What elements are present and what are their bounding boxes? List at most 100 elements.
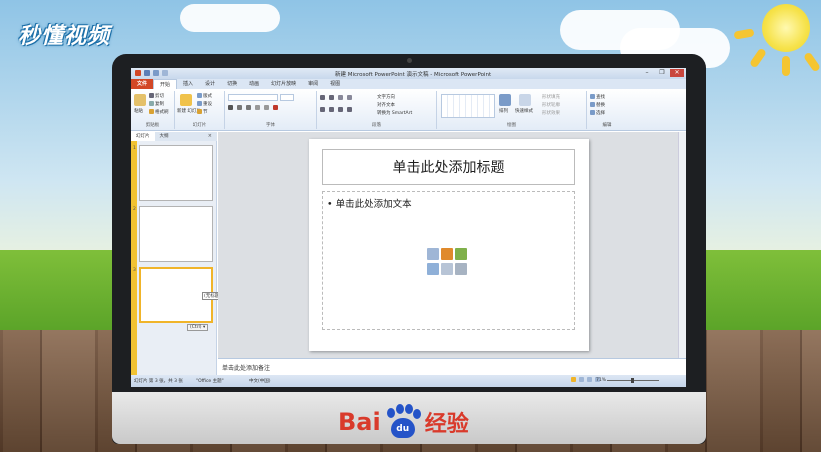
find-icon	[590, 94, 595, 99]
slide-thumbnail-2[interactable]	[139, 206, 213, 262]
tab-view[interactable]: 视图	[324, 79, 346, 89]
baidu-paw-icon: du	[383, 404, 423, 440]
arrange-icon[interactable]	[499, 94, 511, 106]
undo-icon[interactable]	[153, 70, 159, 76]
content-placeholder[interactable]: • 单击此处添加文本	[322, 191, 575, 330]
arrange-button[interactable]: 排列	[499, 108, 508, 114]
selection-accent-bar	[131, 141, 137, 376]
cut-button[interactable]: 剪切	[149, 93, 164, 99]
text-direction-button[interactable]: 文字方向	[377, 94, 395, 100]
align-center-icon[interactable]	[329, 107, 334, 112]
cloud	[180, 4, 280, 32]
insert-chart-icon[interactable]	[441, 248, 453, 260]
align-left-icon[interactable]	[320, 107, 325, 112]
section-button[interactable]: 节	[197, 109, 208, 115]
align-right-icon[interactable]	[338, 107, 343, 112]
paragraph-buttons	[320, 95, 353, 100]
font-size-select[interactable]	[280, 94, 294, 101]
italic-icon[interactable]	[237, 105, 242, 110]
slide-thumbnail-1[interactable]	[139, 145, 213, 201]
baidu-jingyan-logo: Bai du 经验	[338, 402, 469, 442]
format-painter-button[interactable]: 格式刷	[149, 109, 169, 115]
zoom-level[interactable]: 71%	[596, 378, 606, 383]
tab-outline[interactable]: 大纲	[155, 132, 174, 141]
replace-icon	[590, 102, 595, 107]
layout-button[interactable]: 版式	[197, 93, 212, 99]
zoom-slider-knob[interactable]	[631, 378, 634, 383]
font-format-buttons	[228, 105, 279, 110]
title-placeholder[interactable]: 单击此处添加标题	[322, 149, 575, 185]
redo-icon[interactable]	[162, 70, 168, 76]
find-button[interactable]: 查找	[590, 94, 605, 100]
minimize-button[interactable]: –	[640, 69, 654, 77]
align-buttons	[320, 107, 353, 112]
restore-button[interactable]: ❐	[655, 69, 669, 77]
numbering-icon[interactable]	[329, 95, 334, 100]
copy-button[interactable]: 复制	[149, 101, 164, 107]
select-button[interactable]: 选择	[590, 110, 605, 116]
paste-options-button[interactable]: (Ctrl) ▾	[187, 324, 209, 331]
pane-close-icon[interactable]: ×	[208, 133, 212, 139]
insert-media-icon[interactable]	[455, 263, 467, 275]
align-text-button[interactable]: 对齐文本	[377, 102, 395, 108]
current-slide: 单击此处添加标题 • 单击此处添加文本	[309, 139, 589, 351]
app-icon[interactable]	[135, 70, 141, 76]
font-name-select[interactable]	[228, 94, 278, 101]
tab-transitions[interactable]: 切换	[221, 79, 243, 89]
paste-button[interactable]: 粘贴	[134, 108, 143, 114]
tab-insert[interactable]: 插入	[177, 79, 199, 89]
section-icon	[197, 109, 202, 114]
save-icon[interactable]	[144, 70, 150, 76]
insert-clipart-icon[interactable]	[441, 263, 453, 275]
status-bar: 幻灯片 第 3 张，共 3 张 "Office 主题" 中文(中国) 71%	[131, 375, 686, 387]
bold-icon[interactable]	[228, 105, 233, 110]
tab-slideshow[interactable]: 幻灯片放映	[265, 79, 302, 89]
window-title: 新建 Microsoft PowerPoint 演示文稿 - Microsoft…	[335, 72, 492, 78]
notes-pane[interactable]: 单击此处添加备注	[218, 358, 686, 374]
slide-sorter-icon[interactable]	[579, 377, 584, 382]
reading-view-icon[interactable]	[587, 377, 592, 382]
smartart-button[interactable]: 转换为 SmartArt	[377, 110, 412, 116]
paste-icon[interactable]	[134, 94, 146, 106]
font-color-icon[interactable]	[273, 105, 278, 110]
underline-icon[interactable]	[246, 105, 251, 110]
normal-view-icon[interactable]	[571, 377, 576, 382]
tab-home[interactable]: 开始	[153, 79, 178, 89]
strikethrough-icon[interactable]	[255, 105, 260, 110]
quick-access-toolbar	[135, 70, 168, 76]
insert-picture-icon[interactable]	[427, 263, 439, 275]
new-slide-icon[interactable]	[180, 94, 192, 106]
decrease-indent-icon[interactable]	[338, 95, 343, 100]
quick-styles-button[interactable]: 快速样式	[515, 108, 533, 114]
drawing-group: 排列 快速样式 形状填充 形状轮廓 形状效果 绘图	[437, 91, 587, 129]
shapes-gallery[interactable]	[441, 94, 495, 118]
bullets-icon[interactable]	[320, 95, 325, 100]
brush-icon	[149, 109, 154, 114]
shape-outline-button[interactable]: 形状轮廓	[542, 102, 560, 108]
tab-file[interactable]: 文件	[131, 79, 154, 89]
replace-button[interactable]: 替换	[590, 102, 605, 108]
insert-smartart-icon[interactable]	[455, 248, 467, 260]
justify-icon[interactable]	[347, 107, 352, 112]
shape-effects-button[interactable]: 形状效果	[542, 110, 560, 116]
increase-indent-icon[interactable]	[347, 95, 352, 100]
sun-ray	[782, 56, 790, 76]
webcam	[407, 58, 412, 63]
tab-review[interactable]: 审阅	[302, 79, 324, 89]
language-indicator[interactable]: 中文(中国)	[249, 378, 271, 384]
close-button[interactable]: ✕	[670, 69, 684, 77]
ribbon: 粘贴 剪切 复制 格式刷 剪贴板 新建 幻灯片 版式 重设 节 幻灯片 字体 文…	[131, 89, 686, 131]
tab-slides[interactable]: 幻灯片	[131, 132, 155, 141]
pane-tabs: 幻灯片 大纲	[131, 132, 217, 141]
content-insert-icons	[427, 248, 467, 276]
insert-table-icon[interactable]	[427, 248, 439, 260]
paragraph-group: 文字方向 对齐文本 转换为 SmartArt 段落	[317, 91, 437, 129]
quick-styles-icon[interactable]	[519, 94, 531, 106]
tab-animations[interactable]: 动画	[243, 79, 265, 89]
shadow-icon[interactable]	[264, 105, 269, 110]
tab-design[interactable]: 设计	[199, 79, 221, 89]
vertical-scrollbar[interactable]	[678, 132, 686, 358]
shape-fill-button[interactable]: 形状填充	[542, 94, 560, 100]
reset-button[interactable]: 重设	[197, 101, 212, 107]
notes-placeholder: 单击此处添加备注	[222, 365, 271, 372]
